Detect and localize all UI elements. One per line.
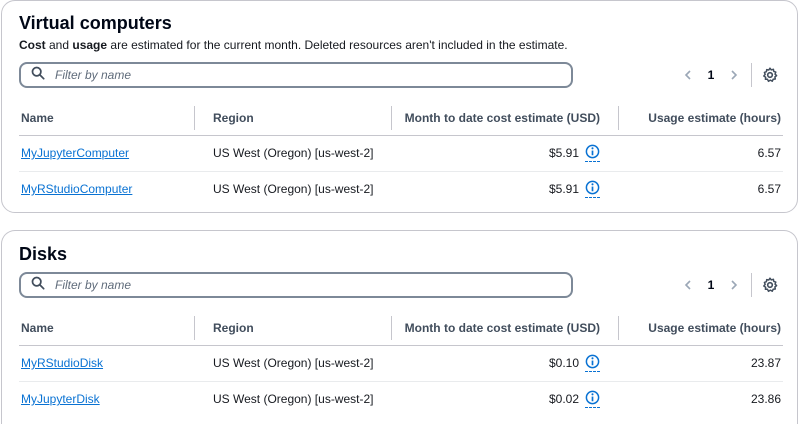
column-header-label: Month to date cost estimate (USD) — [404, 320, 600, 335]
info-icon[interactable] — [585, 390, 600, 409]
column-divider[interactable] — [194, 106, 195, 130]
cost-value: $0.02 — [548, 392, 579, 407]
column-header-region[interactable]: Region — [194, 311, 391, 346]
column-header-usage[interactable]: Usage estimate (hours) — [618, 311, 783, 346]
virtual-computers-table: Name Region Month to date cost estimate … — [19, 101, 783, 207]
table-header-row: Name Region Month to date cost estimate … — [19, 101, 783, 136]
desc-and: and — [45, 38, 73, 52]
column-header-usage[interactable]: Usage estimate (hours) — [618, 101, 783, 136]
virtual-computers-search-input[interactable] — [55, 68, 535, 82]
name-cell: MyRStudioDisk — [19, 345, 194, 382]
chevron-left-icon[interactable] — [677, 274, 699, 296]
gear-icon[interactable] — [760, 275, 780, 295]
cost-value: $5.91 — [548, 146, 579, 160]
cost-value: $5.91 — [548, 182, 579, 197]
chevron-right-icon[interactable] — [723, 274, 745, 296]
info-icon[interactable] — [585, 144, 600, 162]
column-header-name[interactable]: Name — [19, 101, 194, 136]
table-row: MyJupyterComputer US West (Oregon) [us-w… — [19, 135, 783, 172]
region-cell: US West (Oregon) [us-west-2] — [194, 135, 391, 172]
name-cell: MyRStudioComputer — [19, 171, 194, 207]
cost-cell: $5.91 — [391, 135, 618, 172]
usage-cell: 6.57 — [757, 182, 781, 197]
pagination-divider — [751, 273, 752, 297]
desc-cost: Cost — [19, 38, 46, 52]
cost-cell: $5.91 — [391, 171, 618, 207]
column-header-cost[interactable]: Month to date cost estimate (USD) — [391, 311, 618, 346]
computer-link[interactable]: MyRStudioComputer — [21, 182, 132, 196]
pagination-divider — [751, 63, 752, 87]
region-cell: US West (Oregon) [us-west-2] — [213, 182, 374, 197]
table-row: MyJupyterDisk US West (Oregon) [us-west-… — [19, 381, 783, 417]
usage-cell: 23.86 — [750, 392, 781, 407]
chevron-right-icon[interactable] — [723, 64, 745, 86]
disks-pagination: 1 — [677, 272, 780, 298]
desc-usage: usage — [72, 38, 108, 52]
gear-icon[interactable] — [760, 65, 780, 85]
column-header-label: Usage estimate (hours) — [648, 320, 781, 335]
name-cell: MyJupyterComputer — [19, 135, 194, 172]
virtual-computers-filter[interactable] — [19, 62, 573, 88]
disk-link[interactable]: MyRStudioDisk — [21, 356, 103, 370]
page-number[interactable]: 1 — [699, 68, 723, 82]
cost-usage-description: Cost and usage are estimated for the cur… — [19, 38, 568, 52]
disks-title: Disks — [19, 244, 68, 264]
column-divider[interactable] — [618, 106, 619, 130]
disks-search-input[interactable] — [55, 278, 535, 292]
info-icon[interactable] — [585, 354, 600, 372]
column-header-label: Region — [213, 320, 254, 335]
search-icon — [31, 276, 45, 295]
desc-rest: are estimated for the current month. Del… — [107, 38, 568, 52]
usage-cell: 6.57 — [618, 135, 783, 172]
info-icon[interactable] — [585, 180, 600, 199]
column-divider[interactable] — [391, 106, 392, 130]
region-cell: US West (Oregon) [us-west-2] — [213, 392, 374, 407]
cost-value: $0.10 — [548, 356, 579, 370]
column-header-label: Region — [213, 110, 254, 125]
column-header-label: Month to date cost estimate (USD) — [404, 110, 600, 125]
virtual-computers-title: Virtual computers — [19, 13, 172, 33]
cost-cell: $0.02 — [391, 381, 618, 417]
disk-link[interactable]: MyJupyterDisk — [21, 392, 100, 406]
search-icon — [31, 66, 45, 85]
column-divider[interactable] — [618, 316, 619, 340]
column-divider[interactable] — [391, 316, 392, 340]
column-header-region[interactable]: Region — [194, 101, 391, 136]
cost-cell: $0.10 — [391, 345, 618, 382]
region-cell: US West (Oregon) [us-west-2] — [194, 345, 391, 382]
column-divider[interactable] — [194, 316, 195, 340]
table-row: MyRStudioDisk US West (Oregon) [us-west-… — [19, 345, 783, 382]
computer-link[interactable]: MyJupyterComputer — [21, 146, 129, 160]
disks-panel: Disks 1 Name Region Month to date cost e… — [1, 230, 798, 424]
disks-table: Name Region Month to date cost estimate … — [19, 311, 783, 417]
chevron-left-icon[interactable] — [677, 64, 699, 86]
usage-cell: 23.87 — [618, 345, 783, 382]
table-header-row: Name Region Month to date cost estimate … — [19, 311, 783, 346]
disks-filter[interactable] — [19, 272, 573, 298]
name-cell: MyJupyterDisk — [19, 381, 194, 417]
table-row: MyRStudioComputer US West (Oregon) [us-w… — [19, 171, 783, 207]
page-number[interactable]: 1 — [699, 278, 723, 292]
column-header-cost[interactable]: Month to date cost estimate (USD) — [391, 101, 618, 136]
column-header-name[interactable]: Name — [19, 311, 194, 346]
virtual-computers-pagination: 1 — [677, 62, 780, 88]
column-header-label: Usage estimate (hours) — [648, 110, 781, 125]
virtual-computers-panel: Virtual computers Cost and usage are est… — [1, 0, 798, 213]
